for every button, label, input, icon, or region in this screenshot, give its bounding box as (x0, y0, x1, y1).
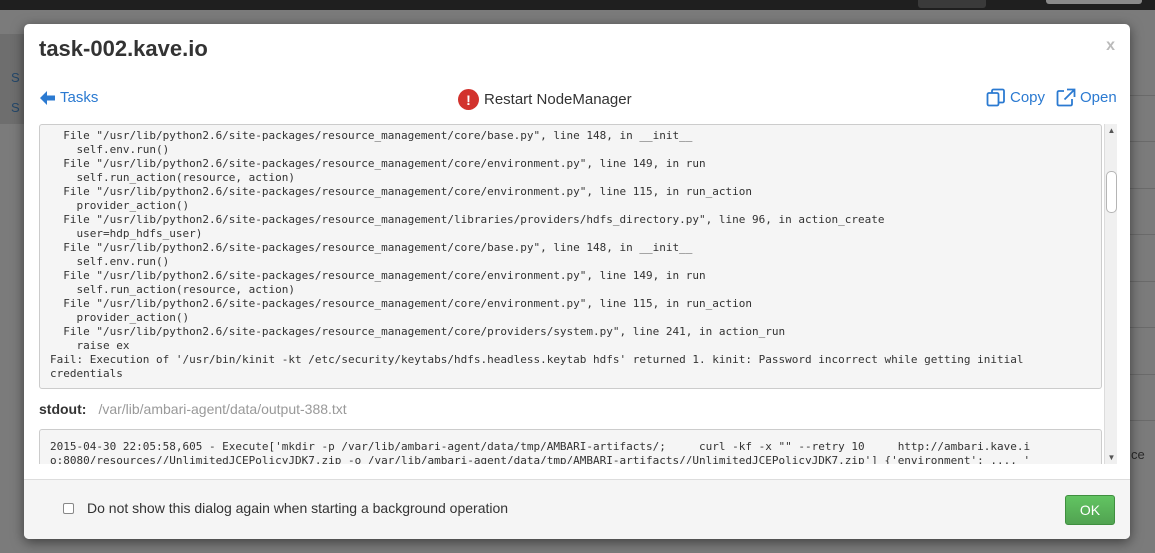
external-link-icon (1056, 88, 1076, 107)
copy-link[interactable]: Copy (986, 88, 1045, 107)
do-not-show-checkbox[interactable] (63, 502, 74, 514)
arrow-left-icon (40, 90, 55, 105)
task-name-label: Restart NodeManager (484, 91, 632, 108)
log-scroll-area[interactable]: - ^ ^ File "/usr/lib/python2.6/site-pack… (39, 124, 1117, 464)
scrollbar-thumb[interactable] (1106, 171, 1117, 213)
task-name: ! Restart NodeManager (458, 89, 632, 110)
open-link-label: Open (1080, 89, 1117, 106)
scroll-up-arrow-icon[interactable]: ▲ (1107, 126, 1116, 135)
ok-button[interactable]: OK (1065, 495, 1115, 525)
back-link-label: Tasks (60, 89, 99, 106)
background-top-button (1046, 0, 1142, 4)
background-left-panel: S S (0, 34, 26, 124)
task-bar: Tasks ! Restart NodeManager Copy Open (24, 85, 1130, 113)
vertical-scrollbar[interactable]: ▲ ▼ (1104, 124, 1117, 464)
stdout-label: stdout: (39, 401, 87, 417)
stderr-log-box: - ^ ^ File "/usr/lib/python2.6/site-pack… (39, 124, 1102, 389)
copy-link-label: Copy (1010, 89, 1046, 106)
back-to-tasks-link[interactable]: Tasks (39, 89, 98, 106)
do-not-show-label[interactable]: Do not show this dialog again when start… (87, 500, 508, 516)
background-top-tab (918, 0, 986, 8)
background-left-item: S (11, 100, 20, 115)
copy-icon (986, 88, 1005, 107)
background-right-text: ce (1131, 447, 1145, 462)
dialog-title: task-002.kave.io (39, 36, 208, 61)
stdout-log-box: 2015-04-30 22:05:58,605 - Execute['mkdir… (39, 429, 1102, 464)
close-button[interactable]: x (1106, 37, 1115, 55)
stdout-path: /var/lib/ambari-agent/data/output-388.tx… (98, 401, 347, 417)
scroll-down-arrow-icon[interactable]: ▼ (1107, 453, 1116, 462)
open-link[interactable]: Open (1056, 88, 1117, 107)
stdout-header: stdout: /var/lib/ambari-agent/data/outpu… (39, 401, 347, 417)
error-icon: ! (458, 89, 479, 110)
dialog-header: task-002.kave.io x (24, 24, 1130, 71)
stderr-log-text: - ^ ^ File "/usr/lib/python2.6/site-pack… (50, 125, 1024, 380)
do-not-show-option[interactable]: Do not show this dialog again when start… (63, 500, 508, 516)
dialog-footer: Do not show this dialog again when start… (24, 479, 1130, 539)
background-top-bar (0, 0, 1155, 10)
stdout-log-text: 2015-04-30 22:05:58,605 - Execute['mkdir… (50, 440, 1031, 464)
background-left-item: S (11, 70, 20, 85)
task-log-dialog: task-002.kave.io x Tasks ! Restart NodeM… (24, 24, 1130, 539)
